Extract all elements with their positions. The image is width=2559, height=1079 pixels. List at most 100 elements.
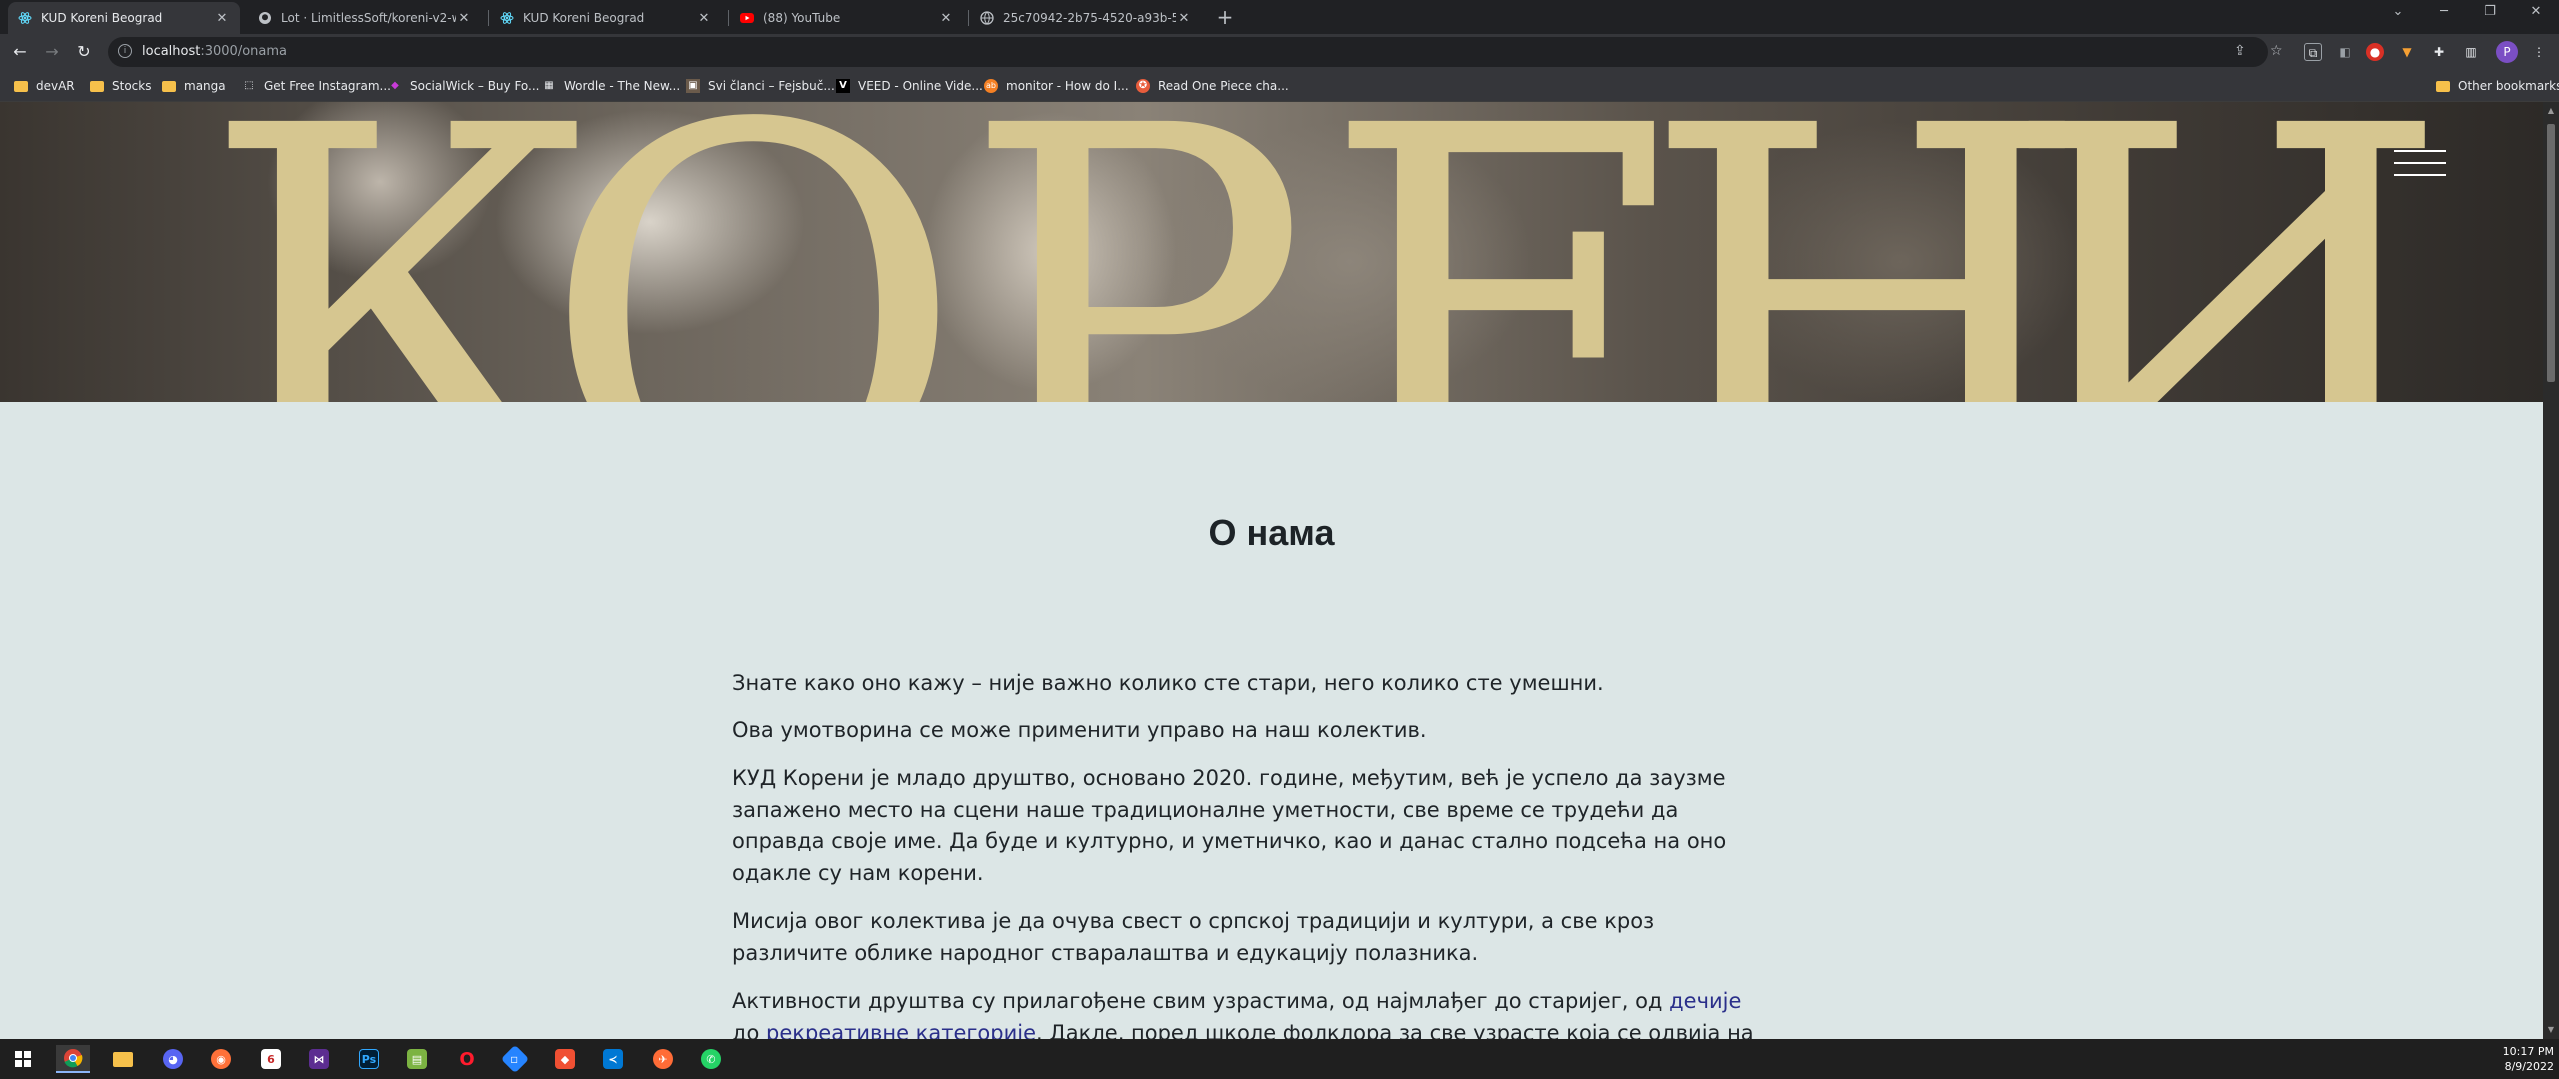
bookmark-veed[interactable]: V VEED - Online Vide... (836, 76, 983, 96)
chrome-icon[interactable] (56, 1045, 90, 1073)
profile-avatar[interactable]: P (2496, 41, 2518, 63)
folder-icon (14, 81, 28, 92)
wordle-icon: ▦ (544, 80, 554, 91)
side-panel-icon[interactable]: ▥ (2462, 43, 2480, 61)
whatsapp-icon[interactable]: ✆ (694, 1045, 728, 1073)
visual-studio-icon[interactable]: ⋈ (302, 1045, 336, 1073)
notepad-icon[interactable]: ▤ (400, 1045, 434, 1073)
address-url[interactable]: localhost:3000/onama (142, 44, 287, 59)
hero-wordmark: К О Р Е Н И (200, 102, 2453, 402)
reload-icon[interactable]: ↻ (74, 42, 94, 62)
github-icon (258, 11, 272, 25)
veed-icon: V (836, 79, 850, 93)
close-icon[interactable]: ✕ (938, 11, 954, 26)
tab-kud-koreni[interactable]: KUD Koreni Beograd ✕ (490, 2, 722, 34)
close-icon[interactable]: ✕ (1176, 11, 1192, 26)
browser-toolbar: ← → ↻ i localhost:3000/onama ⇪ ☆ ⧉ ◧ ● ▼… (0, 34, 2559, 70)
bookmark-stocks[interactable]: Stocks (90, 76, 151, 96)
window-close-icon[interactable]: ✕ (2522, 4, 2550, 19)
youtube-icon (740, 11, 754, 25)
tab-github[interactable]: Lot · LimitlessSoft/koreni-v2-wel ✕ (248, 2, 482, 34)
bookmark-devar[interactable]: devAR (14, 76, 75, 96)
opera-icon[interactable]: O (450, 1045, 484, 1073)
hero-letter: И (2000, 102, 2453, 402)
hamburger-menu-icon[interactable] (2394, 150, 2446, 178)
back-arrow-icon[interactable]: ← (10, 42, 30, 62)
sourcetree-icon[interactable]: ◇ (498, 1044, 532, 1074)
tab-search-icon[interactable]: ⌄ (2384, 4, 2412, 19)
scroll-thumb[interactable] (2547, 124, 2555, 382)
game-icon[interactable]: 6 (254, 1045, 288, 1073)
bookmark-socialwick[interactable]: ◆ SocialWick – Buy Fo... (388, 76, 539, 96)
tab-separator (728, 10, 729, 26)
scroll-up-icon[interactable]: ▲ (2543, 104, 2559, 118)
bookmark-instagram[interactable]: ⬚ Get Free Instagram... (242, 76, 391, 96)
restore-icon[interactable]: ❐ (2476, 4, 2504, 19)
link-recreational-category[interactable]: рекреативне категорије (766, 1021, 1036, 1040)
tab-title: Lot · LimitlessSoft/koreni-v2-wel (281, 11, 456, 25)
paragraph-activities: Активности друштва су прилагођене свим у… (732, 986, 1772, 1039)
paragraph-history: КУД Корени је младо друштво, основано 20… (732, 766, 1727, 885)
address-bar[interactable]: i localhost:3000/onama ⇪ ☆ (108, 37, 2283, 67)
page-title: О нама (1208, 512, 1335, 553)
new-tab-button[interactable]: + (1214, 6, 1236, 28)
folder-icon (90, 81, 104, 92)
close-icon[interactable]: ✕ (214, 11, 230, 26)
link-childrens-category[interactable]: дечије (1669, 989, 1741, 1013)
bookmark-wordle[interactable]: ▦ Wordle - The New... (542, 76, 680, 96)
tab-title: 25c70942-2b75-4520-a93b-5de7c (1003, 11, 1176, 25)
other-bookmarks[interactable]: Other bookmarks (2436, 76, 2559, 96)
photoshop-icon[interactable]: Ps (352, 1045, 386, 1073)
tab-strip: KUD Koreni Beograd ✕ Lot · LimitlessSoft… (0, 0, 2559, 34)
scroll-down-icon[interactable]: ▼ (2543, 1023, 2559, 1037)
tab-separator (968, 10, 969, 26)
bookmarks-bar: devAR Stocks manga ⬚ Get Free Instagram..… (0, 70, 2559, 102)
bookmark-star-icon[interactable]: ☆ (2270, 43, 2283, 59)
discord-icon[interactable]: ◕ (156, 1045, 190, 1073)
forward-arrow-icon[interactable]: → (42, 42, 62, 62)
hero-letter: О (540, 102, 966, 402)
bookmark-monitor[interactable]: ab monitor - How do I... (984, 76, 1129, 96)
tab-title: (88) YouTube (763, 11, 841, 25)
windows-start-icon[interactable] (6, 1045, 40, 1073)
react-icon (500, 11, 514, 25)
onepiece-icon: ✪ (1136, 79, 1150, 93)
tab-separator (488, 10, 489, 26)
clock-date: 8/9/2022 (2504, 1060, 2554, 1073)
close-icon[interactable]: ✕ (696, 11, 712, 26)
tab-title: KUD Koreni Beograd (523, 11, 645, 25)
react-icon (18, 11, 32, 25)
site-info-icon[interactable]: i (118, 44, 132, 58)
bookmark-one-piece[interactable]: ✪ Read One Piece cha... (1136, 76, 1289, 96)
hero-letter: Р (960, 102, 1310, 402)
system-clock[interactable]: 10:17 PM 8/9/2022 (2490, 1044, 2554, 1074)
page-scrollbar[interactable]: ▲ ▼ (2543, 102, 2559, 1039)
tab-kud-koreni-active[interactable]: KUD Koreni Beograd ✕ (8, 2, 240, 34)
folder-icon (2436, 81, 2450, 92)
minimize-icon[interactable]: ─ (2430, 4, 2458, 19)
globe-icon (980, 11, 994, 25)
tab-youtube[interactable]: (88) YouTube ✕ (730, 2, 964, 34)
tab-uuid-page[interactable]: 25c70942-2b75-4520-a93b-5de7c ✕ (970, 2, 1202, 34)
firefox-icon[interactable]: ◉ (204, 1045, 238, 1073)
paragraph-intro: Знате како оно кажу – није важно колико … (732, 671, 1604, 695)
hero-banner: К О Р Е Н И (0, 102, 2543, 402)
puzzle-extensions-icon[interactable]: ✚ (2430, 43, 2448, 61)
vscode-icon[interactable]: ≺ (596, 1045, 630, 1073)
screenshot-extension-icon[interactable]: ⧉ (2304, 43, 2322, 61)
git-icon[interactable]: ◆ (548, 1045, 582, 1073)
postman-icon[interactable]: ✈ (646, 1045, 680, 1073)
close-icon[interactable]: ✕ (456, 11, 472, 26)
bookmark-articles[interactable]: ▣ Svi članci – Fejsbuč... (686, 76, 835, 96)
extension-icon[interactable]: ◧ (2336, 43, 2354, 61)
bookmark-manga[interactable]: manga (162, 76, 226, 96)
metamask-icon[interactable]: ▼ (2398, 43, 2416, 61)
recording-extension-icon[interactable]: ● (2366, 43, 2384, 61)
share-icon[interactable]: ⇪ (2234, 43, 2246, 59)
socialwick-icon: ◆ (391, 80, 399, 91)
page-viewport: К О Р Е Н И О нама Знате како оно кажу –… (0, 102, 2543, 1039)
kebab-menu-icon[interactable]: ⋮ (2530, 43, 2548, 61)
article-icon: ▣ (686, 79, 700, 93)
paragraph-mission: Мисија овог колектива је да очува свест … (732, 909, 1655, 965)
file-explorer-icon[interactable] (106, 1045, 140, 1073)
